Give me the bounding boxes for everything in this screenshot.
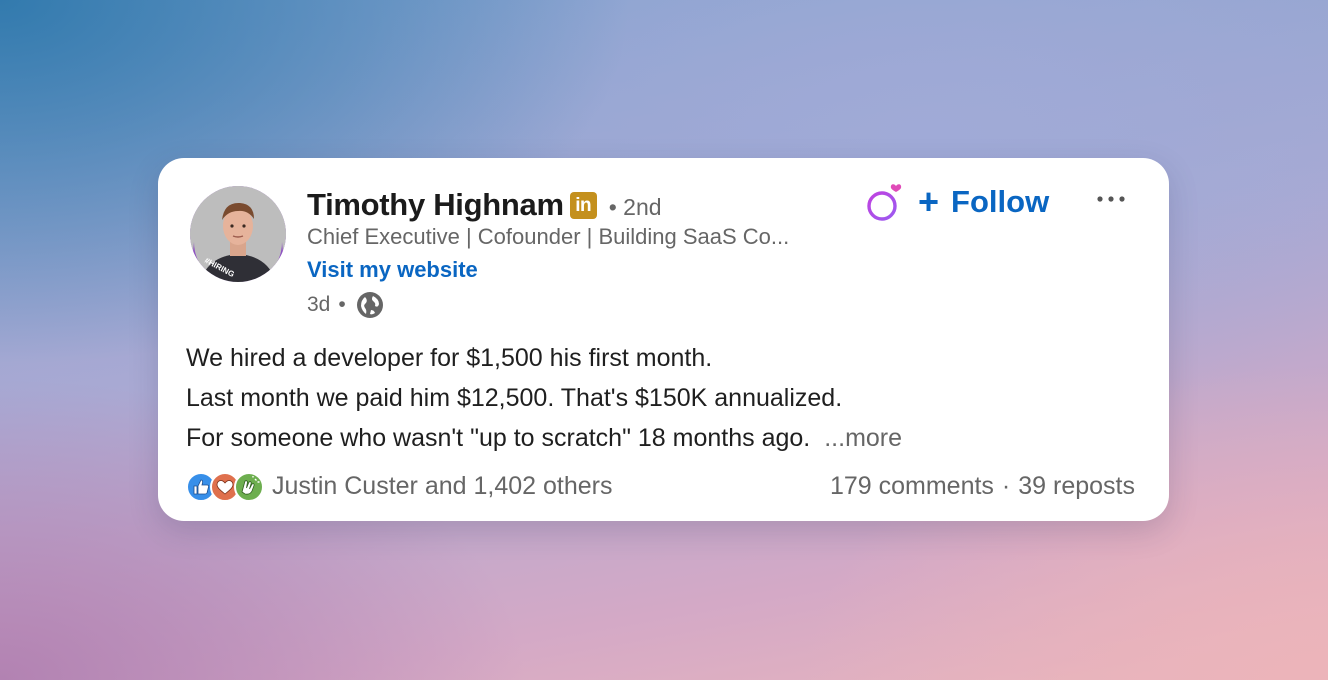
author-name[interactable]: Timothy Highnam [307,187,564,223]
reactions-text: Justin Custer and 1,402 others [272,471,613,500]
reaction-icons [186,470,266,502]
post-meta: 3d • [307,290,384,320]
post-card: #HIRING Timothy Highnam in • 2nd Chief E… [158,158,1169,521]
author-avatar[interactable]: #HIRING [190,186,286,282]
stats-separator: · [1001,471,1011,500]
see-more-link[interactable]: ...more [824,424,902,452]
connection-degree-value: 2nd [623,193,662,220]
more-dots-icon [1097,196,1125,202]
engagement-stats: 179 comments · 39 reposts [830,472,1135,501]
follow-area: + Follow [866,182,1049,222]
follow-button[interactable]: + Follow [918,184,1049,220]
connection-degree: • 2nd [608,193,662,220]
post-body-line-last: For someone who wasn't "up to scratch" 1… [186,418,902,458]
post-age: 3d [307,293,331,316]
celebrate-icon [234,472,264,502]
post-body-line: Last month we paid him $12,500. That's $… [186,384,843,412]
reposts-count[interactable]: 39 reposts [1018,472,1135,501]
linkedin-premium-badge-icon: in [569,191,597,219]
author-headline: Chief Executive | Cofounder | Building S… [307,224,790,249]
author-name-row: Timothy Highnam in • 2nd [307,186,662,224]
post-body: We hired a developer for $1,500 his firs… [186,338,902,458]
comments-count[interactable]: 179 comments [830,472,994,501]
meta-separator: • [338,293,346,316]
post-body-line: We hired a developer for $1,500 his firs… [186,344,713,372]
post-footer: Justin Custer and 1,402 others 179 comme… [186,470,1135,502]
more-options-button[interactable] [1093,184,1133,214]
plus-icon: + [918,181,940,222]
post-body-line-text: For someone who wasn't "up to scratch" 1… [186,424,811,452]
globe-icon [356,291,384,319]
purple-ring-heart-icon [867,184,902,221]
reactions-summary[interactable]: Justin Custer and 1,402 others [186,470,612,502]
visit-website-link[interactable]: Visit my website [307,257,478,283]
follow-label: Follow [951,184,1050,219]
